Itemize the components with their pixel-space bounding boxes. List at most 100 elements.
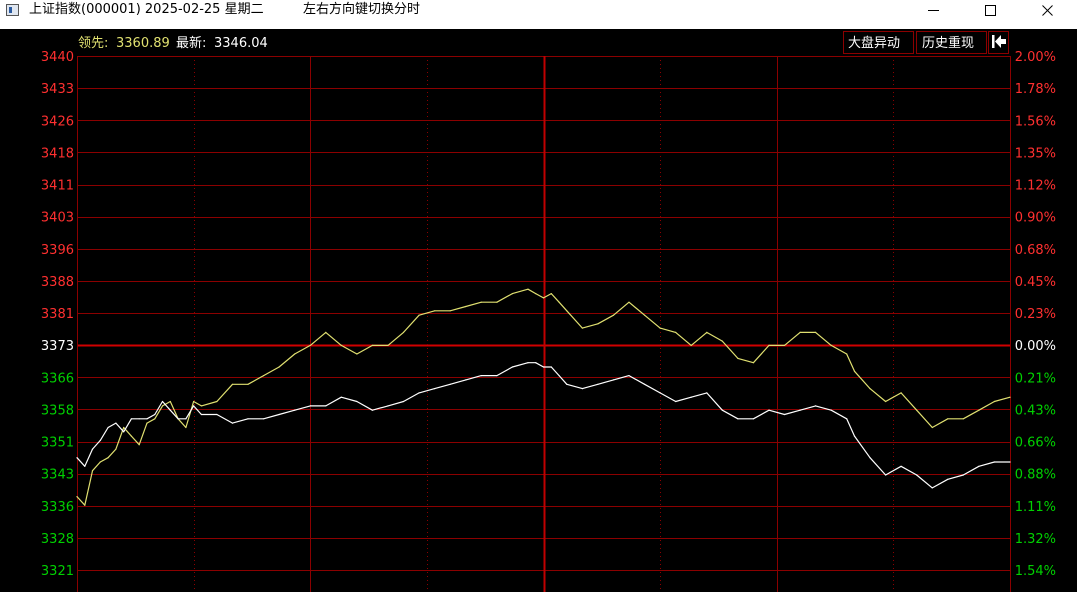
app-icon — [6, 4, 19, 16]
lead-point — [916, 409, 918, 411]
latest-point — [558, 375, 560, 377]
maximize-icon — [985, 5, 996, 16]
y-tick-label: 3343 — [41, 468, 74, 483]
lead-point — [402, 331, 405, 333]
lead-point — [434, 310, 436, 312]
lead-point — [628, 301, 630, 303]
lead-point — [815, 331, 817, 333]
y-tick-label: 3321 — [41, 564, 74, 579]
market-anomaly-button[interactable]: 大盘异动 — [843, 31, 914, 54]
latest-point — [465, 379, 467, 381]
y-tick-label: 3336 — [41, 500, 74, 515]
latest-point — [294, 409, 296, 411]
lead-point — [418, 314, 420, 316]
lead-point — [706, 331, 708, 333]
latest-point — [690, 396, 692, 398]
latest-point — [356, 400, 358, 403]
title-bar: 上证指数(000001) 2025-02-25 星期二 左右方向键切换分时 — [0, 0, 1077, 22]
latest-point — [107, 426, 109, 429]
lead-point — [123, 426, 125, 429]
lead-point — [550, 293, 552, 295]
y-tick-label: 3411 — [41, 179, 74, 194]
lead-point — [309, 344, 311, 346]
keyboard-hint: 左右方向键切换分时 — [303, 2, 421, 17]
lead-point — [387, 344, 389, 346]
latest-point — [177, 418, 179, 420]
intraday-chart: 3440 2.00% 3433 1.78% 3426 1.56% 3418 1.35% 3411… — [41, 31, 1056, 592]
y-tick-label: 3381 — [41, 307, 74, 322]
latest-point — [1009, 461, 1011, 463]
latest-point — [185, 418, 187, 420]
latest-point — [853, 435, 856, 437]
chart-area: 3440 2.00% 3433 1.78% 3426 1.56% 3418 1.35% 3411… — [0, 29, 1077, 592]
y-tick-label: 3433 — [41, 82, 74, 97]
latest-point — [123, 431, 125, 433]
pct-tick-label: 0.90% — [1015, 211, 1056, 226]
history-replay-button[interactable]: 历史重现 — [916, 31, 987, 54]
latest-point — [146, 418, 148, 420]
y-tick-label: 3418 — [41, 146, 74, 161]
minimize-icon — [928, 10, 939, 11]
latest-point — [612, 379, 615, 381]
pct-tick-label: 1.78% — [1015, 82, 1056, 97]
lead-point — [993, 400, 996, 403]
lead-point — [278, 366, 280, 368]
latest-point — [115, 422, 117, 424]
maximize-button[interactable] — [968, 0, 1014, 22]
latest-point — [231, 422, 234, 424]
latest-point — [815, 405, 817, 407]
latest-point — [340, 396, 342, 398]
lead-point — [130, 435, 132, 437]
lead-point — [356, 353, 358, 355]
latest-point — [511, 366, 513, 368]
lead-point — [752, 362, 755, 364]
latest-point — [193, 405, 195, 407]
latest-point — [387, 405, 389, 407]
minimize-button[interactable] — [911, 0, 957, 22]
lead-point — [869, 388, 871, 390]
lead-point — [978, 409, 980, 411]
latest-point — [675, 400, 677, 403]
y-tick-label: 3440 — [41, 50, 74, 65]
latest-point — [154, 413, 156, 416]
latest-point — [527, 362, 529, 364]
latest-point — [418, 392, 420, 394]
lead-point — [597, 323, 599, 325]
lead-point — [231, 383, 234, 385]
lead-point — [542, 297, 545, 299]
y-tick-label: 3403 — [41, 211, 74, 226]
lead-point — [511, 293, 513, 295]
lead-point — [675, 331, 677, 333]
lead-point — [325, 331, 327, 333]
latest-point — [993, 461, 996, 463]
pct-tick-label: 0.68% — [1015, 243, 1056, 258]
latest-point — [200, 413, 202, 416]
y-tick-label: 3366 — [41, 371, 74, 386]
close-button[interactable] — [1025, 0, 1071, 22]
latest-point — [706, 392, 708, 394]
latest-point — [962, 474, 964, 476]
lead-point — [799, 331, 801, 333]
latest-point — [830, 409, 832, 411]
lead-point — [115, 448, 117, 450]
lead-point — [535, 293, 537, 295]
latest-point — [597, 383, 599, 385]
y-tick-label: 3388 — [41, 275, 74, 290]
lead-point — [84, 504, 86, 506]
latest-point — [752, 418, 755, 420]
latest-point — [947, 478, 949, 480]
latest-point — [309, 405, 311, 407]
lead-point — [737, 357, 739, 359]
lead-point — [465, 305, 467, 308]
back-button[interactable] — [988, 31, 1009, 54]
lead-point — [294, 353, 296, 355]
pct-tick-label: 1.12% — [1015, 179, 1056, 194]
pct-tick-label: 1.54% — [1015, 564, 1056, 579]
lead-point — [721, 340, 723, 342]
lead-point — [263, 375, 265, 377]
lead-point — [853, 370, 856, 372]
pct-tick-label: 0.66% — [1015, 436, 1056, 451]
lead-point — [900, 392, 902, 394]
lead-point — [216, 400, 218, 403]
latest-point — [799, 409, 801, 411]
